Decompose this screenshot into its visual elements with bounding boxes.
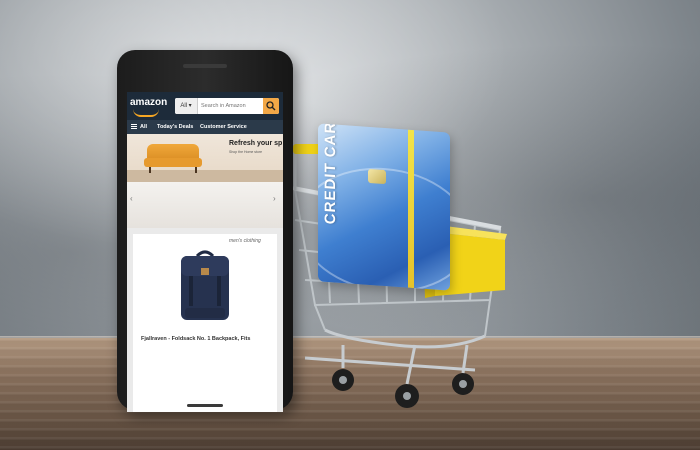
nav-all[interactable]: All xyxy=(140,124,147,130)
amazon-page: amazon All ▾ Search in Amazon All Today'… xyxy=(127,92,283,412)
search-bar: All ▾ xyxy=(175,98,279,114)
hamburger-menu-icon[interactable] xyxy=(131,123,137,130)
card-chip xyxy=(368,168,386,185)
nav-customer-service[interactable]: Customer Service xyxy=(200,124,247,130)
amazon-header: amazon All ▾ xyxy=(127,92,283,120)
amazon-smile-icon xyxy=(133,109,159,117)
card-label: CREDIT CARD xyxy=(322,123,339,225)
backpack-image xyxy=(181,250,229,320)
amazon-logo[interactable]: amazon xyxy=(130,97,167,108)
home-banner[interactable]: Refresh your sp Shop the Home store xyxy=(127,134,283,182)
amazon-nav-bar: All Today's Deals Customer Service xyxy=(127,120,283,134)
product-card[interactable]: men's clothing Fjallraven - Foldsack No.… xyxy=(133,234,277,412)
smartphone: amazon All ▾ Search in Amazon All Today'… xyxy=(117,50,293,412)
credit-card: CREDIT CARD xyxy=(318,123,450,291)
banner-subtitle: Shop the Home store xyxy=(229,150,263,154)
banner-title: Refresh your sp xyxy=(229,140,283,147)
cart-wheels xyxy=(332,369,474,408)
search-category-select[interactable]: All ▾ xyxy=(175,98,198,114)
carousel-area: ‹ › xyxy=(127,182,283,228)
nav-todays-deals[interactable]: Today's Deals xyxy=(157,124,193,130)
phone-speaker xyxy=(183,64,227,68)
search-icon xyxy=(266,101,276,111)
product-section: men's clothing Fjallraven - Foldsack No.… xyxy=(127,228,283,412)
product-title[interactable]: Fjallraven - Foldsack No. 1 Backpack, Fi… xyxy=(141,336,250,342)
carousel-prev-icon[interactable]: ‹ xyxy=(130,194,133,203)
card-stripe xyxy=(408,129,414,289)
product-photo-scene: CREDIT CARD amazon All ▾ Search in Amazo… xyxy=(0,0,700,450)
search-input[interactable] xyxy=(199,98,265,114)
phone-home-bar xyxy=(187,404,223,407)
phone-screen: amazon All ▾ Search in Amazon All Today'… xyxy=(127,92,283,412)
product-category: men's clothing xyxy=(229,238,261,244)
search-button[interactable] xyxy=(263,98,279,114)
carousel-next-icon[interactable]: › xyxy=(273,194,276,203)
